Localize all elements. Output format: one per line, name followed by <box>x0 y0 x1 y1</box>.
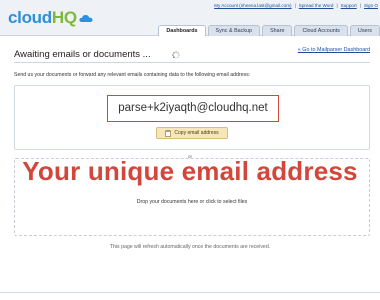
main-tabs: Dashboards Sync & Backup Share Cloud Acc… <box>158 25 380 36</box>
spread-the-word-link[interactable]: Spread the Word <box>299 3 334 8</box>
cloud-icon <box>79 14 93 23</box>
refresh-note: This page will refresh automatically onc… <box>109 244 271 250</box>
back-to-dashboard-link[interactable]: « Go to Mailparser Dashboard <box>298 47 370 53</box>
dropzone-text: Drop your documents here or click to sel… <box>136 199 248 205</box>
page-header: Awaiting emails or documents ... « Go to… <box>14 44 370 60</box>
tab-users[interactable]: Users <box>349 25 380 36</box>
logo-text-part2: HQ <box>51 8 77 27</box>
support-link[interactable]: Support <box>341 3 357 8</box>
header-divider <box>14 62 370 63</box>
link-separator: | <box>294 3 296 8</box>
annotation-caption: Your unique email address <box>22 156 358 186</box>
copy-email-button[interactable]: Copy email address <box>156 127 228 139</box>
tab-share[interactable]: Share <box>262 25 293 36</box>
logo-text-part1: cloud <box>8 8 52 27</box>
link-separator: | <box>359 3 361 8</box>
top-bar: cloudHQ My Account (nheena.last@gmail.co… <box>0 0 380 36</box>
my-account-link[interactable]: My Account (nheena.last@gmail.com) <box>214 3 291 8</box>
logo-text: cloudHQ <box>8 8 77 28</box>
account-links: My Account (nheena.last@gmail.com) | Spr… <box>214 3 378 8</box>
tab-sync-backup[interactable]: Sync & Backup <box>207 25 261 36</box>
page-title: Awaiting emails or documents ... <box>14 49 151 60</box>
link-separator: | <box>336 3 338 8</box>
clipboard-icon <box>165 129 172 137</box>
instructions-text: Send us your documents or forward any re… <box>14 72 251 78</box>
cloudhq-logo[interactable]: cloudHQ <box>8 8 93 28</box>
sign-out-link[interactable]: Sign O <box>364 3 378 8</box>
spinner-icon <box>172 46 180 59</box>
footer-divider <box>0 292 380 293</box>
email-address[interactable]: parse+k2iyaqth@cloudhq.net <box>108 96 278 121</box>
tab-dashboards[interactable]: Dashboards <box>158 25 206 36</box>
tab-cloud-accounts[interactable]: Cloud Accounts <box>294 25 348 36</box>
email-address-highlight: parse+k2iyaqth@cloudhq.net <box>107 95 279 122</box>
copy-email-label: Copy email address <box>174 130 219 136</box>
